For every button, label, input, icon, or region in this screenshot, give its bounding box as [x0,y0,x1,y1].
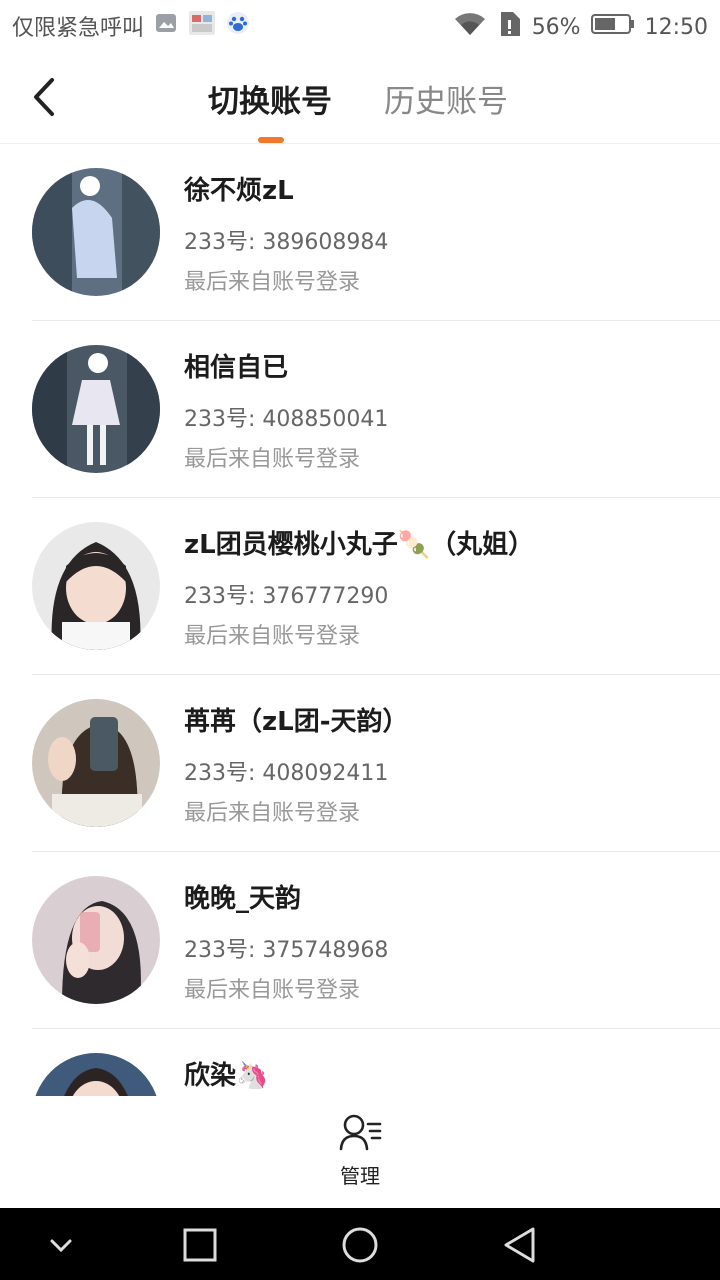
gallery-notification-icon [154,11,178,41]
account-login-source: 最后来自账号登录 [184,447,361,472]
account-login-source: 最后来自账号登录 [184,801,361,826]
account-row[interactable]: 晚晚_天韵 233号: 375748968 最后来自账号登录 [0,852,720,1029]
tab-switch-account[interactable]: 切换账号 [208,76,332,121]
account-id: 233号: 408092411 [184,761,389,786]
nav-home-button[interactable] [339,1224,381,1266]
account-login-source: 最后来自账号登录 [184,978,361,1003]
avatar [32,1053,160,1096]
account-name: 徐不烦zL [184,176,294,206]
manage-label: 管理 [340,1164,380,1188]
account-row[interactable]: 苒苒（zL团-天韵） 233号: 408092411 最后来自账号登录 [0,675,720,852]
status-bar: 仅限紧急呼叫 56% 12:50 [0,0,720,50]
avatar [32,345,160,473]
account-login-source: 最后来自账号登录 [184,624,361,649]
account-id: 233号: 389608984 [184,230,389,255]
account-name: 苒苒（zL团-天韵） [184,707,409,737]
person-list-icon [339,1114,382,1151]
header: 切换账号 历史账号 [0,50,720,144]
status-left: 仅限紧急呼叫 [12,10,250,42]
account-name: 晚晚_天韵 [184,884,302,914]
account-list[interactable]: 徐不烦zL 233号: 389608984 最后来自账号登录 相信自已 233号… [0,144,720,1096]
battery-percent: 56% [531,14,581,40]
account-id: 233号: 408850041 [184,407,389,432]
avatar [32,876,160,1004]
battery-icon [590,12,635,42]
status-right: 56% 12:50 [452,10,708,44]
circle-icon [342,1227,378,1263]
account-name: zL团员樱桃小丸子🍡（丸姐） [184,530,535,560]
system-nav-bar [0,1208,720,1280]
account-row[interactable]: 欣染🦄 [0,1029,720,1096]
baidu-notification-icon [226,11,250,41]
chevron-down-icon [50,1239,72,1253]
account-id: 233号: 375748968 [184,938,389,963]
account-name: 相信自已 [184,353,289,383]
account-id: 233号: 376777290 [184,584,389,609]
sim-icon [498,10,522,44]
triangle-back-icon [504,1227,535,1263]
back-button[interactable] [26,74,66,120]
carrier-text: 仅限紧急呼叫 [12,16,145,41]
nav-collapse-button[interactable] [40,1224,82,1266]
manage-button[interactable]: 管理 [320,1112,400,1202]
avatar [32,168,160,296]
nav-recents-button[interactable] [179,1224,221,1266]
account-name: 欣染🦄 [184,1061,269,1091]
account-row[interactable]: 徐不烦zL 233号: 389608984 最后来自账号登录 [0,144,720,321]
tab-indicator [258,137,284,143]
tab-history-account[interactable]: 历史账号 [384,76,508,121]
avatar [32,699,160,827]
clock: 12:50 [644,14,708,40]
wifi-icon [452,11,488,43]
account-row[interactable]: zL团员樱桃小丸子🍡（丸姐） 233号: 376777290 最后来自账号登录 [0,498,720,675]
account-login-source: 最后来自账号登录 [184,270,361,295]
nav-back-button[interactable] [499,1224,541,1266]
account-row[interactable]: 相信自已 233号: 408850041 最后来自账号登录 [0,321,720,498]
avatar [32,522,160,650]
square-icon [183,1228,217,1262]
chevron-left-icon [34,78,54,116]
app-notification-icon [188,10,216,42]
